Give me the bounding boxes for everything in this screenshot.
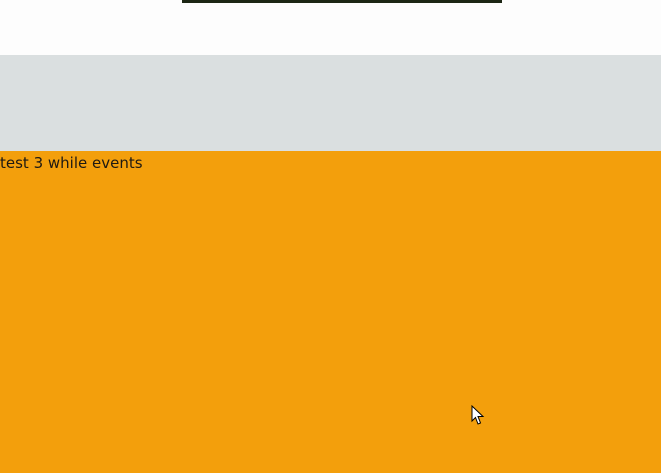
- section-text: test 3 while events: [0, 154, 143, 172]
- gray-band-section: [0, 55, 661, 151]
- top-section: [0, 0, 661, 55]
- orange-section: test 3 while events: [0, 151, 661, 473]
- media-image-edge: [182, 0, 502, 3]
